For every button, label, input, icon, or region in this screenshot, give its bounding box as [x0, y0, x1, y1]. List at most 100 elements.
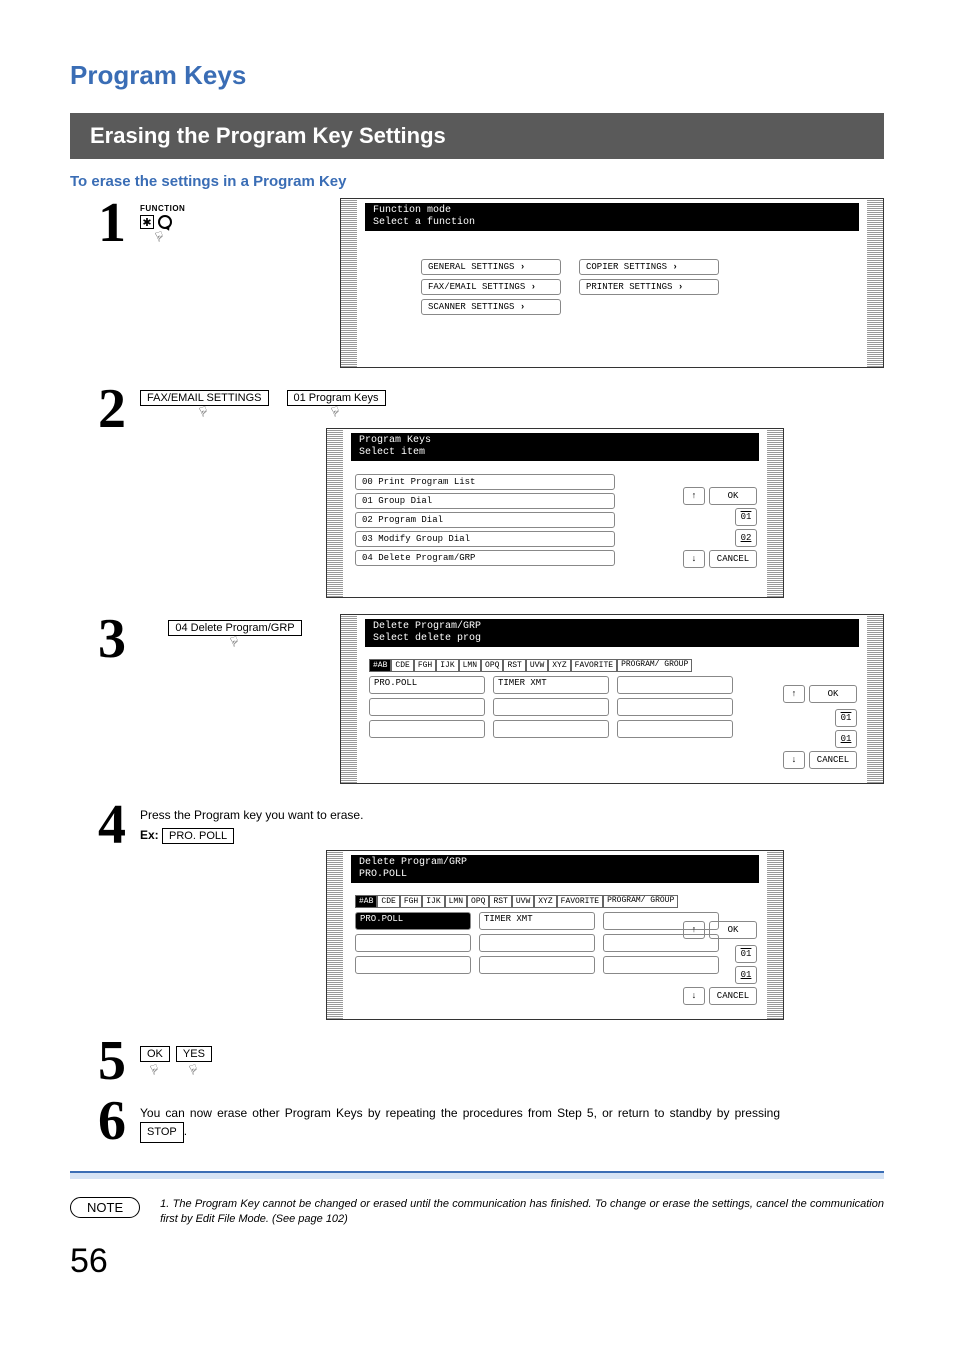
ok-button[interactable]: OK	[709, 487, 757, 505]
scroll-down-icon[interactable]: ↓	[683, 987, 705, 1005]
program-slot-empty[interactable]	[479, 934, 595, 952]
divider	[70, 1171, 884, 1179]
tab-favorite[interactable]: FAVORITE	[571, 659, 617, 672]
note-label: NOTE	[70, 1197, 140, 1218]
step-number-6: 6	[70, 1096, 140, 1146]
speech-bubble-icon	[158, 215, 172, 229]
printer-settings-button[interactable]: PRINTER SETTINGS	[579, 279, 719, 295]
tab-program-group[interactable]: PROGRAM/ GROUP	[617, 659, 692, 672]
step-number-4: 4	[70, 800, 140, 850]
press-finger-icon: ☟	[187, 1061, 200, 1079]
scroll-controls: ↑ OK 01 02 ↓ CANCEL	[683, 487, 757, 568]
sub-heading: To erase the settings in a Program Key	[70, 173, 884, 190]
step-3-row: 3 04 Delete Program/GRP ☟ Delete Program…	[70, 614, 884, 790]
step-5-row: 5 OK ☟ YES ☟	[70, 1036, 884, 1086]
lcd-title: Function mode Select a function	[365, 203, 859, 231]
page-indicator: 01	[835, 730, 857, 748]
press-finger-icon: ☟	[154, 228, 167, 246]
tab-lmn[interactable]: LMN	[459, 659, 481, 672]
page-indicator: 01	[735, 508, 757, 526]
lcd-program-keys: Program Keys Select item 00 Print Progra…	[326, 428, 784, 598]
tab-ijk[interactable]: IJK	[422, 895, 444, 908]
tab-ab[interactable]: #AB	[369, 659, 391, 672]
cancel-button[interactable]: CANCEL	[709, 987, 757, 1005]
fax-email-settings-button[interactable]: FAX/EMAIL SETTINGS	[421, 279, 561, 295]
cancel-button[interactable]: CANCEL	[809, 751, 857, 769]
tab-opq[interactable]: OPQ	[467, 895, 489, 908]
lcd-delete-program: Delete Program/GRP Select delete prog #A…	[340, 614, 884, 784]
program-slot-empty[interactable]	[369, 698, 485, 716]
scroll-controls: ↑ OK 01 01 ↓ CANCEL	[783, 685, 857, 772]
tab-uvw[interactable]: UVW	[512, 895, 534, 908]
program-slot-empty[interactable]	[355, 934, 471, 952]
program-slot-empty[interactable]	[479, 956, 595, 974]
tab-xyz[interactable]: XYZ	[548, 659, 570, 672]
program-slot-empty[interactable]	[493, 720, 609, 738]
tab-favorite[interactable]: FAVORITE	[557, 895, 603, 908]
tab-fgh[interactable]: FGH	[400, 895, 422, 908]
scroll-up-icon[interactable]: ↑	[683, 487, 705, 505]
scroll-controls: ↑ OK 01 01 ↓ CANCEL	[683, 921, 757, 1008]
alpha-tab-row: #AB CDE FGH IJK LMN OPQ RST UVW XYZ FAVO…	[355, 895, 755, 908]
list-item[interactable]: 02 Program Dial	[355, 512, 615, 528]
lcd-title: Program Keys Select item	[351, 433, 759, 461]
program-slot-empty[interactable]	[355, 956, 471, 974]
list-item[interactable]: 01 Group Dial	[355, 493, 615, 509]
scanner-settings-button[interactable]: SCANNER SETTINGS	[421, 299, 561, 315]
list-item[interactable]: 00 Print Program List	[355, 474, 615, 490]
tab-uvw[interactable]: UVW	[526, 659, 548, 672]
general-settings-button[interactable]: GENERAL SETTINGS	[421, 259, 561, 275]
program-slot-timer-xmt[interactable]: TIMER XMT	[479, 912, 595, 930]
pro-poll-label: PRO. POLL	[162, 828, 234, 844]
copier-settings-button[interactable]: COPIER SETTINGS	[579, 259, 719, 275]
scroll-down-icon[interactable]: ↓	[783, 751, 805, 769]
scroll-up-icon[interactable]: ↑	[683, 921, 705, 939]
list-item[interactable]: 03 Modify Group Dial	[355, 531, 615, 547]
section-heading: Erasing the Program Key Settings	[70, 113, 884, 159]
tab-rst[interactable]: RST	[503, 659, 525, 672]
tab-lmn[interactable]: LMN	[445, 895, 467, 908]
lcd-function-mode: Function mode Select a function GENERAL …	[340, 198, 884, 368]
step-4-row: 4 Press the Program key you want to eras…	[70, 800, 884, 1026]
tab-program-group[interactable]: PROGRAM/ GROUP	[603, 895, 678, 908]
press-finger-icon: ☟	[148, 1061, 161, 1079]
tab-rst[interactable]: RST	[489, 895, 511, 908]
tab-xyz[interactable]: XYZ	[534, 895, 556, 908]
lcd-delete-program-selected: Delete Program/GRP PRO.POLL #AB CDE FGH …	[326, 850, 784, 1020]
program-slot-pro-poll[interactable]: PRO.POLL	[369, 676, 485, 694]
ok-button[interactable]: OK	[709, 921, 757, 939]
page-indicator: 01	[735, 945, 757, 963]
program-slot-pro-poll-selected[interactable]: PRO.POLL	[355, 912, 471, 930]
program-slot-timer-xmt[interactable]: TIMER XMT	[493, 676, 609, 694]
list-item[interactable]: 04 Delete Program/GRP	[355, 550, 615, 566]
lcd-title: Delete Program/GRP Select delete prog	[365, 619, 859, 647]
step-6-row: 6 You can now erase other Program Keys b…	[70, 1096, 884, 1146]
scroll-down-icon[interactable]: ↓	[683, 550, 705, 568]
page-indicator: 01	[835, 709, 857, 727]
program-slot-empty[interactable]	[493, 698, 609, 716]
program-slot-empty[interactable]	[617, 720, 733, 738]
program-slot-empty[interactable]	[617, 676, 733, 694]
program-slot-empty[interactable]	[369, 720, 485, 738]
program-slot-empty[interactable]	[617, 698, 733, 716]
scroll-up-icon[interactable]: ↑	[783, 685, 805, 703]
lcd-title: Delete Program/GRP PRO.POLL	[351, 855, 759, 883]
step-2-row: 2 FAX/EMAIL SETTINGS ☟ 01 Program Keys ☟…	[70, 384, 884, 604]
page-indicator: 02	[735, 529, 757, 547]
tab-opq[interactable]: OPQ	[481, 659, 503, 672]
step-number-5: 5	[70, 1036, 140, 1086]
step-number-2: 2	[70, 384, 140, 434]
note-block: NOTE 1. The Program Key cannot be change…	[70, 1197, 884, 1228]
step6-text-a: You can now erase other Program Keys by …	[140, 1106, 780, 1120]
tab-ijk[interactable]: IJK	[436, 659, 458, 672]
step-number-3: 3	[70, 614, 140, 664]
function-keyword: FUNCTION	[140, 204, 330, 213]
tab-cde[interactable]: CDE	[377, 895, 399, 908]
tab-cde[interactable]: CDE	[391, 659, 413, 672]
ok-button[interactable]: OK	[809, 685, 857, 703]
tab-ab[interactable]: #AB	[355, 895, 377, 908]
tab-fgh[interactable]: FGH	[414, 659, 436, 672]
note-text: 1. The Program Key cannot be changed or …	[160, 1197, 884, 1228]
page-number: 56	[70, 1242, 884, 1281]
cancel-button[interactable]: CANCEL	[709, 550, 757, 568]
